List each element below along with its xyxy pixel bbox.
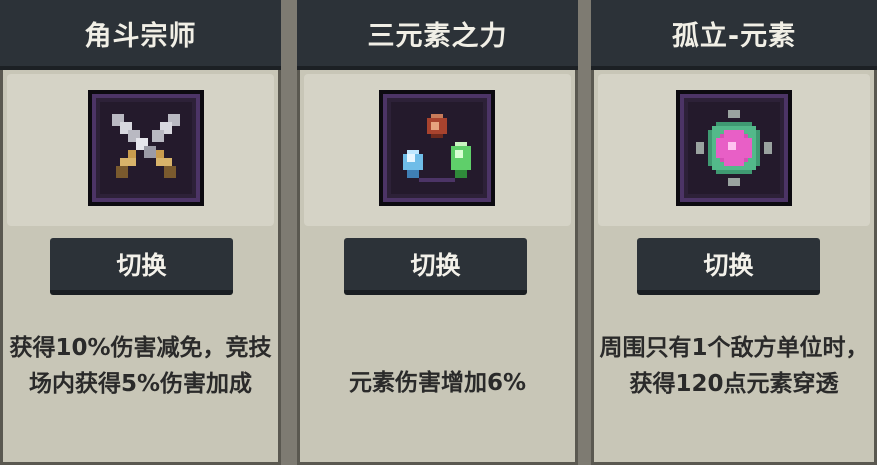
switch-button[interactable]: 切换 (50, 238, 233, 295)
talent-card-three-elements: 三元素之力 切换 元素伤害增加6% (297, 0, 578, 465)
switch-button[interactable]: 切换 (637, 238, 820, 295)
card-title: 角斗宗师 (0, 0, 281, 70)
card-description: 获得10%伤害减免，竞技场内获得5%伤害加成 (9, 335, 272, 397)
card-title: 孤立-元素 (591, 0, 877, 70)
talent-card-isolated-element: 孤立-元素 切换 周围只有1个敌方单位时，获得120点元素穿透 (591, 0, 877, 465)
card-description: 周围只有1个敌方单位时，获得120点元素穿透 (599, 335, 869, 397)
three-elements-icon (379, 90, 495, 206)
card-description: 元素伤害增加6% (348, 370, 527, 396)
crossed-swords-icon (88, 90, 204, 206)
isolated-element-icon (676, 90, 792, 206)
talent-card-gladiator: 角斗宗师 切换 获得10%伤害减免，竞技场内获得5%伤害加成 (0, 0, 281, 465)
switch-button[interactable]: 切换 (344, 238, 527, 295)
card-title: 三元素之力 (297, 0, 578, 70)
